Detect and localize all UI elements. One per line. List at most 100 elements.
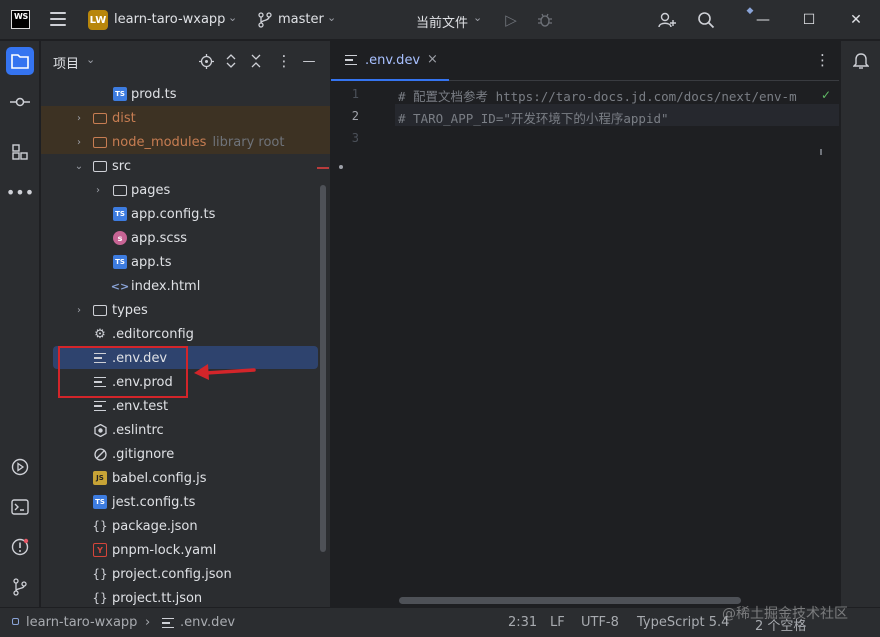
tree-item-gitignore[interactable]: .gitignore	[41, 442, 330, 466]
locate-file-icon[interactable]	[197, 52, 215, 70]
line-number: 1	[351, 87, 359, 101]
problems-tool-icon[interactable]	[6, 533, 34, 561]
code-editor[interactable]: # 配置文档参考 https://taro-docs.jd.com/docs/n…	[395, 82, 839, 602]
tree-item-app-config-ts[interactable]: TS app.config.ts	[41, 202, 330, 226]
chevron-right-icon[interactable]: ›	[73, 136, 85, 148]
tree-item-babel-config-js[interactable]: JS babel.config.js	[41, 466, 330, 490]
minimize-button[interactable]: —	[753, 10, 773, 30]
webstorm-logo-icon[interactable]: WS	[11, 10, 30, 29]
chevron-down-icon[interactable]: ⌄	[73, 160, 85, 172]
tree-item-eslintrc[interactable]: .eslintrc	[41, 418, 330, 442]
services-tool-icon[interactable]	[6, 453, 34, 481]
tree-item-label: jest.config.ts	[112, 494, 196, 510]
tab-env-dev[interactable]: .env.dev ×	[331, 41, 449, 81]
more-tools-icon[interactable]: •••	[6, 178, 34, 206]
code-line: # TARO_APP_ID="开发环境下的小程序appid"	[398, 111, 669, 126]
project-panel-scrollbar[interactable]	[320, 185, 326, 552]
tree-item-pages[interactable]: › pages	[41, 178, 330, 202]
expand-all-icon[interactable]	[222, 52, 240, 70]
tree-item-label: index.html	[131, 278, 201, 294]
collapse-all-icon[interactable]	[247, 52, 265, 70]
breadcrumb-file[interactable]: .env.dev	[180, 615, 235, 630]
tree-item-src[interactable]: ⌄ src	[41, 154, 330, 178]
notifications-bell-icon[interactable]	[847, 47, 875, 75]
eslint-icon	[93, 423, 107, 437]
annotation-arrow-icon	[194, 364, 256, 380]
tree-item-dist[interactable]: › dist	[41, 106, 330, 130]
typescript-file-icon: TS	[113, 255, 127, 269]
tree-item-label: types	[112, 302, 148, 318]
tab-options-icon[interactable]: ⋮	[815, 51, 830, 69]
chevron-down-icon[interactable]: ⌄	[473, 11, 482, 24]
chevron-right-icon[interactable]: ›	[73, 112, 85, 124]
project-tool-icon[interactable]	[6, 47, 34, 75]
maximize-button[interactable]: ☐	[799, 10, 819, 30]
tree-item-index-html[interactable]: <> index.html	[41, 274, 330, 298]
html-file-icon: <>	[110, 279, 130, 293]
chevron-right-icon[interactable]: ›	[73, 304, 85, 316]
folder-icon	[93, 135, 107, 149]
tree-item-label: .gitignore	[112, 446, 175, 462]
tree-item-types[interactable]: › types	[41, 298, 330, 322]
close-tab-icon[interactable]: ×	[427, 52, 438, 67]
project-view-title[interactable]: 项目	[53, 53, 79, 72]
search-icon[interactable]	[696, 10, 716, 30]
tree-item-label: package.json	[112, 518, 198, 534]
tree-item-pnpm-lock-yaml[interactable]: Y pnpm-lock.yaml	[41, 538, 330, 562]
text-file-icon	[93, 399, 107, 413]
terminal-tool-icon[interactable]	[6, 493, 34, 521]
git-tool-icon[interactable]	[6, 573, 34, 601]
file-type[interactable]: TypeScript 5.4	[637, 615, 729, 630]
line-number: 3	[351, 131, 359, 145]
close-window-button[interactable]: ✕	[846, 10, 866, 30]
run-config-selector[interactable]: 当前文件	[416, 12, 468, 31]
folder-icon	[93, 303, 107, 317]
editor-area: .env.dev × ⋮ 1 2 3 # 配置文档参考 https://taro…	[331, 41, 839, 607]
editor-horizontal-scrollbar[interactable]	[399, 597, 741, 604]
tree-item-app-scss[interactable]: s app.scss	[41, 226, 330, 250]
main-menu-icon[interactable]	[50, 12, 66, 26]
tree-item-label: project.config.json	[112, 566, 232, 582]
tree-item-package-json[interactable]: {} package.json	[41, 514, 330, 538]
scss-file-icon: s	[113, 231, 127, 245]
project-switcher[interactable]: learn-taro-wxapp	[114, 12, 225, 27]
tree-item-label: project.tt.json	[112, 590, 203, 606]
debug-icon[interactable]	[535, 10, 555, 30]
branch-switcher[interactable]: master	[278, 12, 324, 27]
git-branch-icon[interactable]	[258, 12, 272, 28]
caret-position[interactable]: 2:31	[508, 615, 537, 630]
commit-tool-icon[interactable]	[6, 88, 34, 116]
chevron-down-icon[interactable]: ⌄	[327, 11, 336, 24]
tree-item-label: app.config.ts	[131, 206, 216, 222]
run-icon[interactable]: ▷	[501, 10, 521, 30]
file-encoding[interactable]: UTF-8	[581, 615, 619, 630]
chevron-down-icon[interactable]: ⌄	[86, 53, 95, 66]
structure-tool-icon[interactable]	[6, 138, 34, 166]
hide-panel-icon[interactable]: —	[300, 52, 318, 70]
line-separator[interactable]: LF	[550, 615, 565, 630]
tree-item-label: node_modules	[112, 134, 207, 150]
tree-item-label: .editorconfig	[112, 326, 194, 342]
code-line: # 配置文档参考 https://taro-docs.jd.com/docs/n…	[398, 89, 797, 104]
chevron-right-icon[interactable]: ›	[92, 184, 104, 196]
no-problems-check-icon[interactable]: ✓	[821, 88, 831, 102]
tree-item-app-ts[interactable]: TS app.ts	[41, 250, 330, 274]
tree-item-node-modules[interactable]: › node_modules library root	[41, 130, 330, 154]
tree-item-project-tt-json[interactable]: {} project.tt.json	[41, 586, 330, 607]
text-file-icon	[345, 55, 357, 65]
tree-item-jest-config-ts[interactable]: TS jest.config.ts	[41, 490, 330, 514]
project-badge[interactable]: LW	[88, 10, 108, 30]
add-user-icon[interactable]	[657, 10, 677, 30]
chevron-down-icon[interactable]: ⌄	[228, 11, 237, 24]
tab-label: .env.dev	[365, 53, 421, 68]
tree-item-editorconfig[interactable]: ⚙ .editorconfig	[41, 322, 330, 346]
gear-icon: ⚙	[94, 326, 106, 342]
line-number: 2	[351, 109, 359, 123]
line-number-gutter: 1 2 3	[331, 82, 395, 602]
library-root-hint: library root	[212, 134, 285, 150]
tree-item-label: pnpm-lock.yaml	[112, 542, 217, 558]
options-menu-icon[interactable]: ⋮	[275, 52, 293, 70]
breadcrumb-project[interactable]: learn-taro-wxapp	[26, 615, 137, 630]
tree-item-prod-ts[interactable]: TS prod.ts	[41, 82, 330, 106]
tree-item-project-config-json[interactable]: {} project.config.json	[41, 562, 330, 586]
